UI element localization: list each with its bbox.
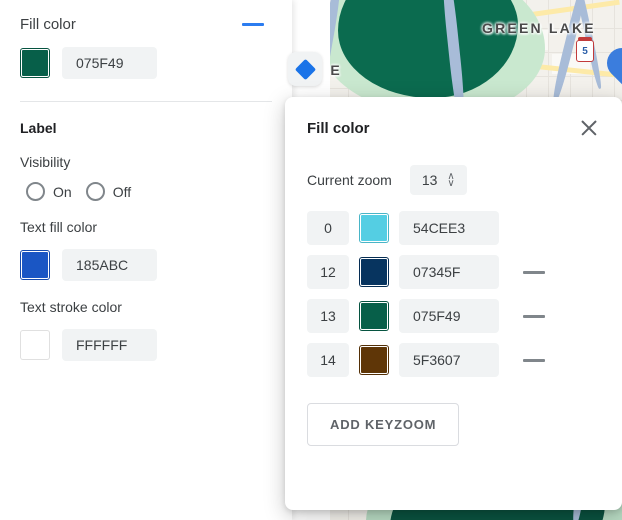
fill-color-swatch[interactable] [20, 48, 50, 78]
keyzoom-hex-input[interactable]: 5F3607 [399, 343, 499, 377]
label-section: Label Visibility On Off Text fill color … [0, 102, 292, 361]
keyzoom-color-swatch[interactable] [359, 345, 389, 375]
diamond-icon [294, 58, 316, 80]
radio-label-off: Off [112, 183, 132, 200]
keyzoom-list: 0 54CEE3 12 07345F 13 075F49 14 5F3607 [285, 195, 622, 377]
text-stroke-color-swatch[interactable] [20, 330, 50, 360]
map-label-green-lake: GREEN LAKE [482, 20, 596, 36]
text-stroke-color-hex-input[interactable]: FFFFFF [62, 329, 157, 361]
fill-color-title: Fill color [20, 16, 76, 33]
keyzoom-hex-input[interactable]: 54CEE3 [399, 211, 499, 245]
text-fill-color-row: 185ABC [20, 249, 272, 281]
keyzoom-color-swatch[interactable] [359, 257, 389, 287]
fill-color-section: Fill color 075F49 [0, 0, 292, 102]
app-root: GREEN LAKE DGE 5 Fill color 075F49 Label… [0, 0, 622, 520]
fill-color-row: 075F49 [20, 47, 272, 79]
radio-option-off[interactable]: Off [85, 182, 132, 201]
fill-color-header[interactable]: Fill color [20, 0, 272, 33]
visibility-label: Visibility [20, 154, 71, 170]
keyzoom-level-input[interactable]: 0 [307, 211, 349, 245]
keyzoom-level-input[interactable]: 13 [307, 299, 349, 333]
radio-circle-on-icon[interactable] [26, 182, 45, 201]
map-highway-shield-icon: 5 [576, 37, 594, 62]
radio-label-on: On [53, 183, 72, 200]
radio-option-on[interactable]: On [26, 182, 72, 201]
current-zoom-row: Current zoom 13 ∧ ∨ [285, 139, 622, 195]
keyzoom-color-swatch[interactable] [359, 213, 389, 243]
remove-keyzoom-icon[interactable] [523, 270, 545, 274]
stepper-arrows: ∧ ∨ [447, 172, 454, 189]
add-keyzoom-button[interactable]: ADD KEYZOOM [307, 403, 460, 446]
text-fill-color-label: Text fill color [20, 219, 98, 235]
text-fill-color-hex-input[interactable]: 185ABC [62, 249, 157, 281]
keyzoom-level-input[interactable]: 12 [307, 255, 349, 289]
fill-color-dialog: Fill color Current zoom 13 ∧ ∨ 0 54CEE3 12… [285, 97, 622, 510]
keyzoom-toggle-button[interactable] [288, 52, 322, 86]
label-section-heading: Label [20, 120, 57, 136]
current-zoom-value[interactable]: 13 [422, 172, 438, 188]
style-editor-panel: Fill color 075F49 Label Visibility On Of… [0, 0, 292, 520]
fill-color-hex-input[interactable]: 075F49 [62, 47, 157, 79]
map-label-dge: DGE [330, 62, 342, 78]
dialog-header: Fill color [285, 97, 622, 139]
current-zoom-stepper[interactable]: 13 ∧ ∨ [409, 165, 467, 195]
radio-circle-off-icon[interactable] [85, 182, 105, 201]
text-fill-color-swatch[interactable] [20, 250, 50, 280]
dialog-title: Fill color [307, 119, 370, 137]
remove-keyzoom-icon[interactable] [523, 314, 545, 318]
minus-icon[interactable] [242, 23, 264, 26]
keyzoom-level-input[interactable]: 14 [307, 343, 349, 377]
keyzoom-row: 13 075F49 [307, 299, 600, 333]
visibility-radio-group: On Off [20, 182, 272, 201]
chevron-down-icon[interactable]: ∨ [447, 179, 454, 189]
text-stroke-color-label: Text stroke color [20, 299, 122, 315]
keyzoom-hex-input[interactable]: 075F49 [399, 299, 499, 333]
text-stroke-color-row: FFFFFF [20, 329, 272, 361]
close-icon[interactable] [578, 117, 600, 139]
current-zoom-label: Current zoom [307, 172, 392, 188]
remove-keyzoom-icon[interactable] [523, 358, 545, 362]
keyzoom-row: 14 5F3607 [307, 343, 600, 377]
keyzoom-hex-input[interactable]: 07345F [399, 255, 499, 289]
keyzoom-color-swatch[interactable] [359, 301, 389, 331]
keyzoom-row: 0 54CEE3 [307, 211, 600, 245]
keyzoom-row: 12 07345F [307, 255, 600, 289]
